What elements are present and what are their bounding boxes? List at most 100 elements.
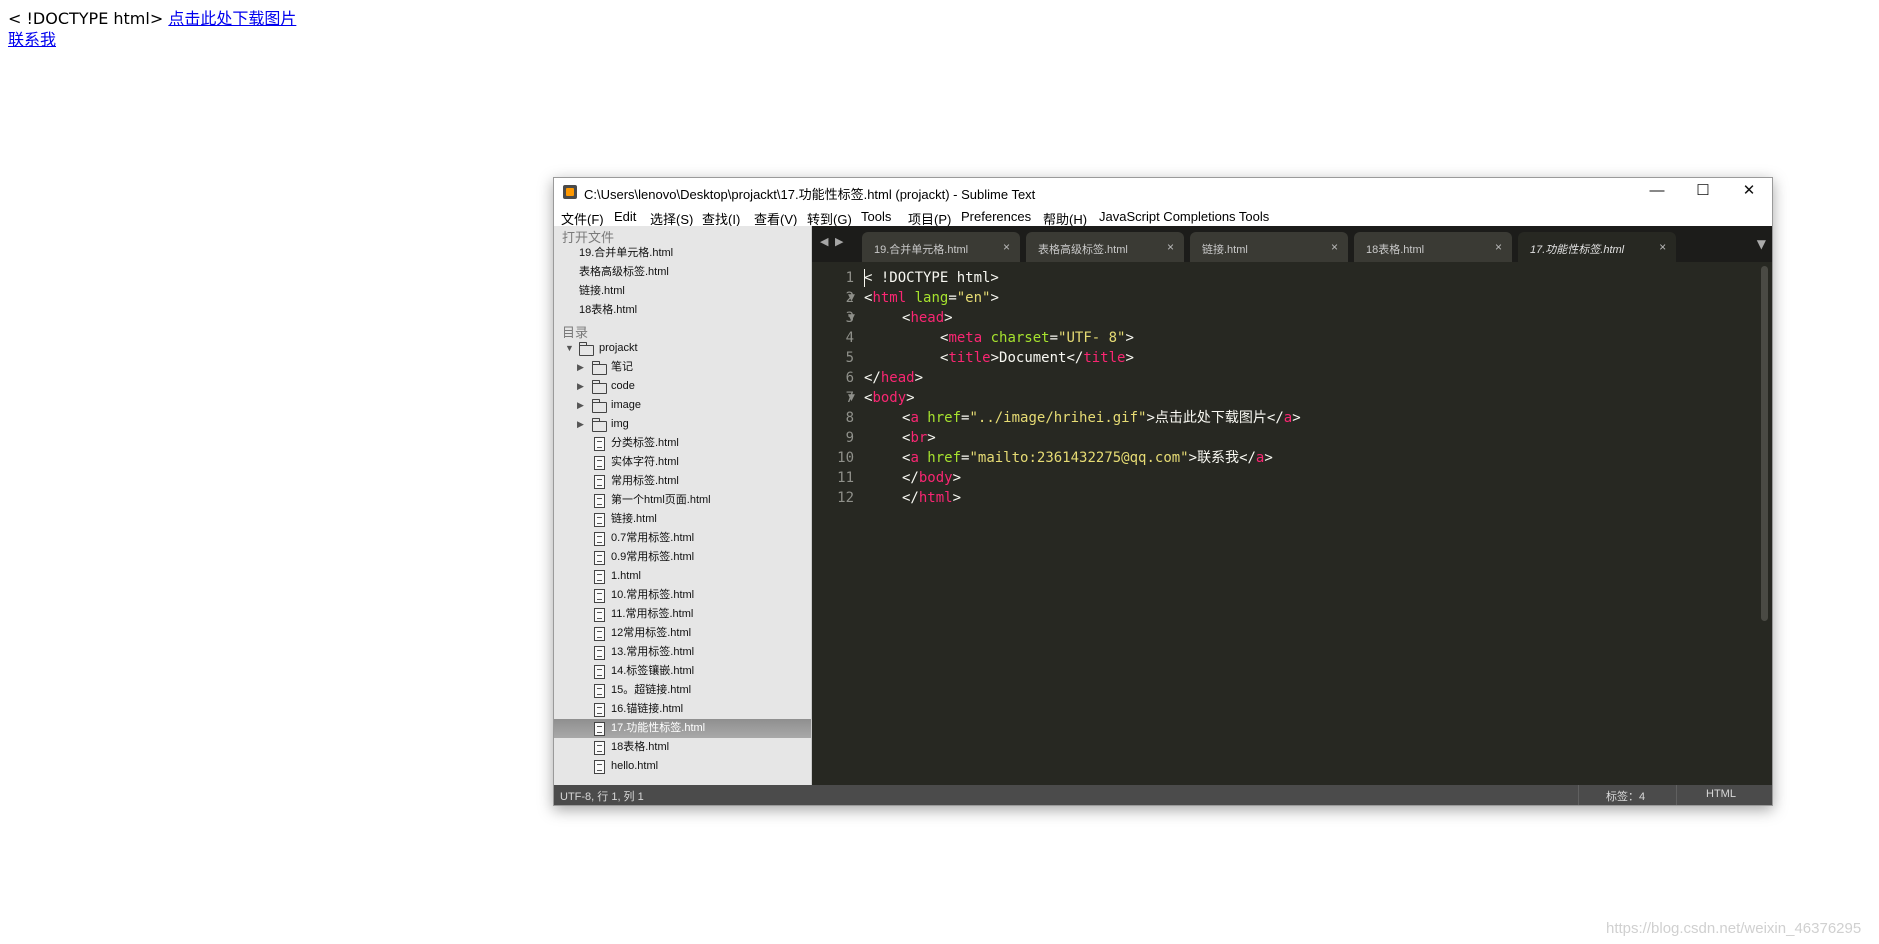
file-label: 10.常用标签.html <box>611 589 695 601</box>
close-icon[interactable]: × <box>1659 240 1666 254</box>
minimize-button[interactable]: — <box>1634 178 1680 206</box>
open-file-item[interactable]: 链接.html <box>554 282 811 301</box>
page-line-2: 联系我 <box>8 30 56 50</box>
file-item-selected[interactable]: 17.功能性标签.html <box>554 719 811 738</box>
sublime-window: C:\Users\lenovo\Desktop\projackt\17.功能性标… <box>553 177 1773 806</box>
file-item[interactable]: 常用标签.html <box>554 472 811 491</box>
status-divider <box>1578 785 1579 805</box>
file-item[interactable]: 13.常用标签.html <box>554 643 811 662</box>
folder-item[interactable]: ▶ 笔记 <box>554 358 811 377</box>
menu-js-completions[interactable]: JavaScript Completions Tools <box>1099 209 1269 224</box>
code-line[interactable]: </head> <box>864 368 923 388</box>
file-item[interactable]: 实体字符.html <box>554 453 811 472</box>
file-icon <box>594 703 605 717</box>
code-line[interactable]: <head> <box>864 308 953 328</box>
tab-merged-cells[interactable]: 19.合并单元格.html × <box>862 232 1020 262</box>
file-item[interactable]: 第一个html页面.html <box>554 491 811 510</box>
file-item[interactable]: hello.html <box>554 757 811 776</box>
expand-right-icon[interactable]: ▶ <box>577 415 584 434</box>
close-icon[interactable]: × <box>1495 240 1502 254</box>
file-item[interactable]: 链接.html <box>554 510 811 529</box>
file-icon <box>594 722 605 736</box>
file-icon <box>594 456 605 470</box>
file-item[interactable]: 0.9常用标签.html <box>554 548 811 567</box>
file-item[interactable]: 12常用标签.html <box>554 624 811 643</box>
file-item[interactable]: 11.常用标签.html <box>554 605 811 624</box>
folder-item[interactable]: ▶ image <box>554 396 811 415</box>
project-folder[interactable]: ▼ projackt <box>554 339 811 358</box>
file-icon <box>594 627 605 641</box>
file-item[interactable]: 18表格.html <box>554 738 811 757</box>
line-number: 12 <box>837 490 854 506</box>
file-item[interactable]: 10.常用标签.html <box>554 586 811 605</box>
line-number: 6 <box>845 370 854 386</box>
fold-arrow-icon[interactable]: ▼ <box>848 388 855 408</box>
fold-arrow-icon[interactable]: ▼ <box>848 288 855 308</box>
line-number: 9 <box>845 430 854 446</box>
tab-label: 表格高级标签.html <box>1038 244 1128 256</box>
project-label: projackt <box>599 342 638 354</box>
close-icon[interactable]: × <box>1331 240 1338 254</box>
vertical-scrollbar[interactable] <box>1761 266 1768 621</box>
tab-links[interactable]: 链接.html × <box>1190 232 1348 262</box>
code-line[interactable]: <html lang="en"> <box>864 288 999 308</box>
tab-table-advanced[interactable]: 表格高级标签.html × <box>1026 232 1184 262</box>
file-item[interactable]: 1.html <box>554 567 811 586</box>
menu-tools[interactable]: Tools <box>861 209 891 224</box>
close-button[interactable]: ✕ <box>1726 178 1772 206</box>
expand-right-icon[interactable]: ▶ <box>577 377 584 396</box>
file-label: 13.常用标签.html <box>611 646 695 658</box>
folder-item[interactable]: ▶ img <box>554 415 811 434</box>
folder-item[interactable]: ▶ code <box>554 377 811 396</box>
file-item[interactable]: 14.标签镶嵌.html <box>554 662 811 681</box>
open-file-label: 链接.html <box>579 285 625 297</box>
expand-right-icon[interactable]: ▶ <box>577 358 584 377</box>
file-icon <box>594 684 605 698</box>
line-number: 11 <box>837 470 854 486</box>
expand-right-icon[interactable]: ▶ <box>577 396 584 415</box>
close-icon[interactable]: × <box>1003 240 1010 254</box>
file-label: 15。超链接.html <box>611 684 692 696</box>
file-item[interactable]: 分类标签.html <box>554 434 811 453</box>
tab-functional-tags[interactable]: 17.功能性标签.html × <box>1518 232 1676 262</box>
open-file-item[interactable]: 表格高级标签.html <box>554 263 811 282</box>
open-folder-icon <box>579 342 594 356</box>
fold-arrow-icon[interactable]: ▼ <box>848 308 855 328</box>
menu-preferences[interactable]: Preferences <box>961 209 1031 224</box>
title-bar[interactable]: C:\Users\lenovo\Desktop\projackt\17.功能性标… <box>554 178 1772 206</box>
code-line[interactable]: <a href="../image/hrihei.gif">点击此处下载图片</… <box>864 408 1301 428</box>
code-line[interactable]: <br> <box>864 428 936 448</box>
maximize-button[interactable]: ☐ <box>1680 178 1726 206</box>
download-link[interactable]: 点击此处下载图片 <box>168 9 296 28</box>
file-item[interactable]: 0.7常用标签.html <box>554 529 811 548</box>
line-number: 5 <box>845 350 854 366</box>
code-line[interactable]: <a href="mailto:2361432275@qq.com">联系我</… <box>864 448 1273 468</box>
menu-edit[interactable]: Edit <box>614 209 636 224</box>
code-line[interactable]: <meta charset="UTF- 8"> <box>864 328 1134 348</box>
open-file-label: 18表格.html <box>579 304 638 316</box>
tab-menu-icon[interactable]: ▼ <box>1757 237 1766 251</box>
code-line[interactable]: <title>Document</title> <box>864 348 1134 368</box>
status-tab-size[interactable]: 标签：4 <box>1606 788 1645 804</box>
tab-table[interactable]: 18表格.html × <box>1354 232 1512 262</box>
window-title: C:\Users\lenovo\Desktop\projackt\17.功能性标… <box>584 187 1036 202</box>
code-line[interactable]: <body> <box>864 388 915 408</box>
file-item[interactable]: 16.锚链接.html <box>554 700 811 719</box>
file-label: 分类标签.html <box>611 437 679 449</box>
open-file-item[interactable]: 19.合并单元格.html <box>554 244 811 263</box>
folder-label: image <box>611 399 641 411</box>
code-line[interactable]: </body> <box>864 468 961 488</box>
close-icon[interactable]: × <box>1167 240 1174 254</box>
tab-prev-icon[interactable]: ◀ <box>820 235 828 248</box>
status-syntax[interactable]: HTML <box>1706 788 1736 800</box>
code-line[interactable]: </html> <box>864 488 961 508</box>
file-icon <box>594 646 605 660</box>
file-icon <box>594 570 605 584</box>
file-label: 18表格.html <box>611 741 670 753</box>
open-file-item[interactable]: 18表格.html <box>554 301 811 320</box>
file-item[interactable]: 15。超链接.html <box>554 681 811 700</box>
code-line[interactable]: < !DOCTYPE html> <box>864 268 999 288</box>
contact-link[interactable]: 联系我 <box>8 30 56 49</box>
expand-down-icon[interactable]: ▼ <box>565 339 574 358</box>
tab-next-icon[interactable]: ▶ <box>835 235 843 248</box>
